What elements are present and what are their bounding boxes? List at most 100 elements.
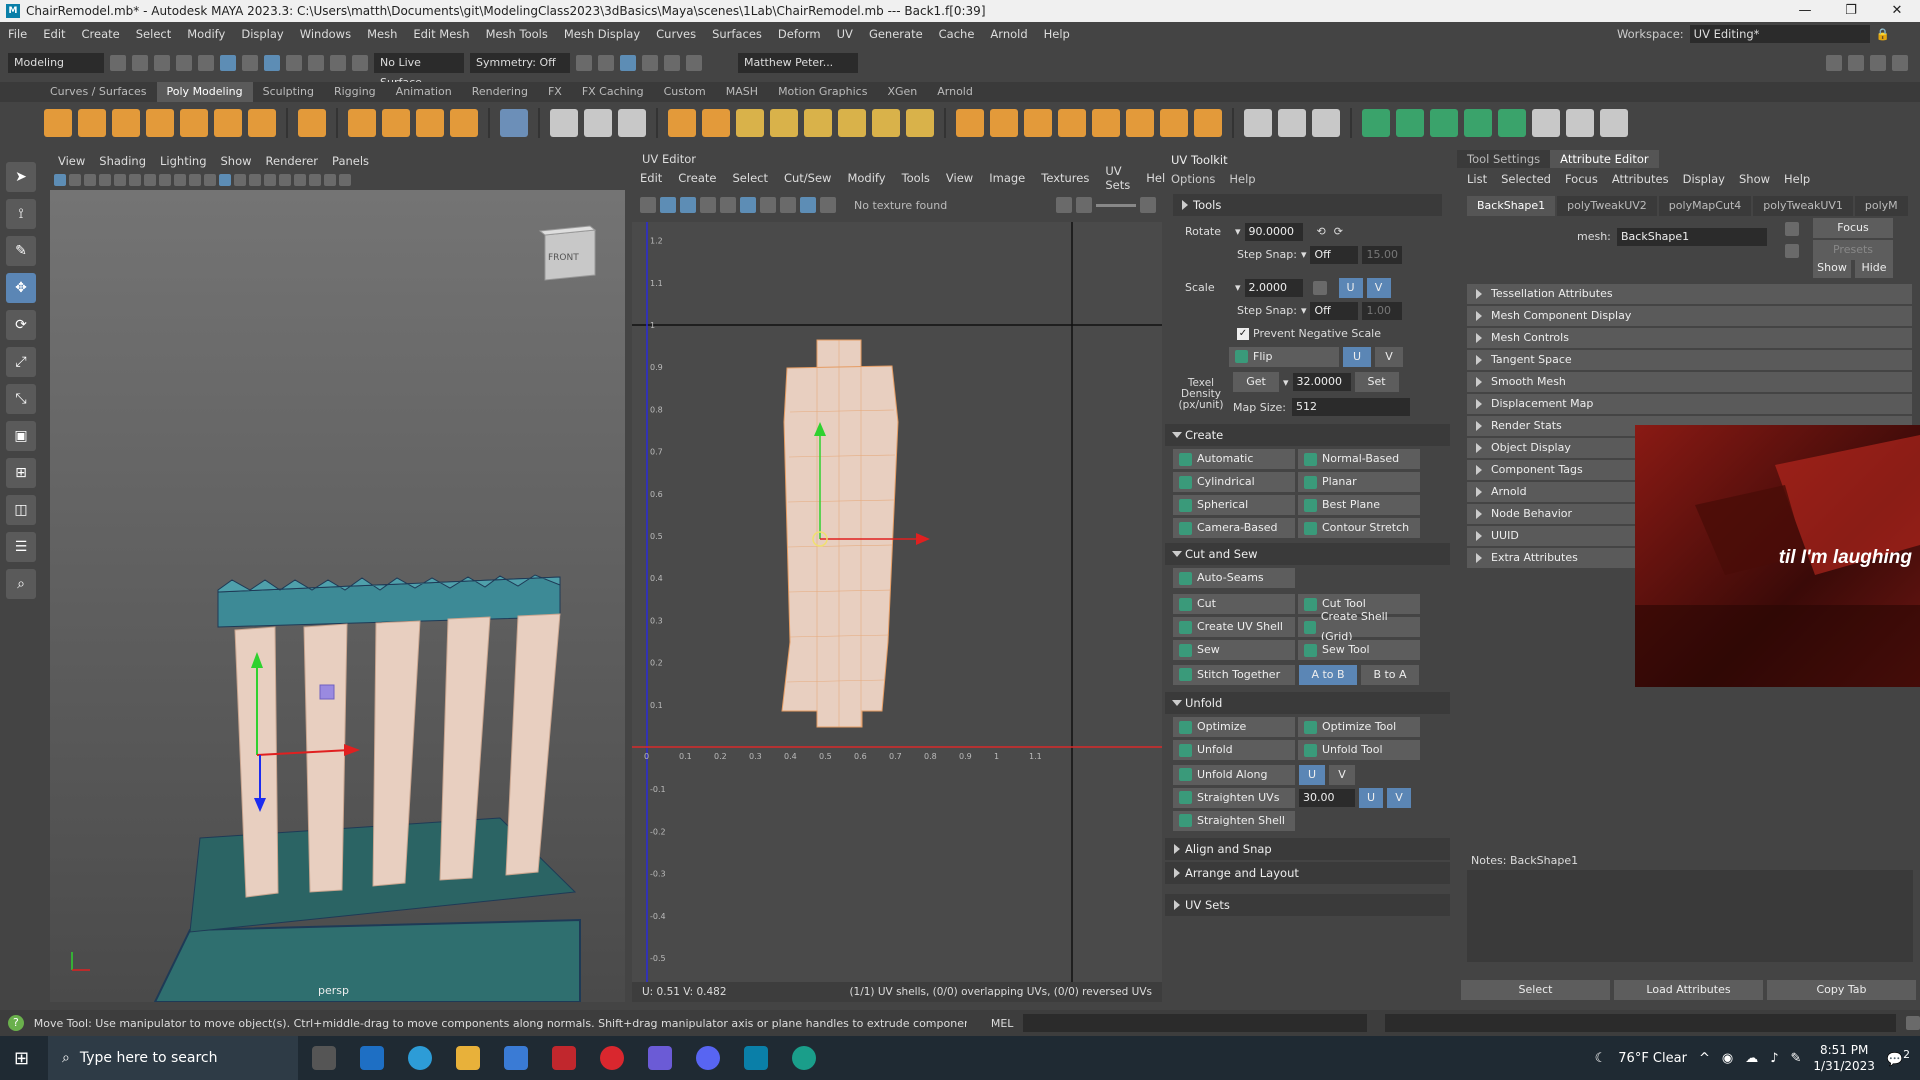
tab-tool-settings[interactable]: Tool Settings [1457,150,1551,168]
unfold-tool-button[interactable]: Unfold Tool [1298,740,1420,760]
clock[interactable]: 8:51 PM 1/31/2023 [1813,1042,1875,1074]
step-snap-dropdown-2[interactable]: Off [1310,301,1359,320]
menu-display[interactable]: Display [233,27,291,41]
straighten-u-button[interactable]: U [1359,787,1383,808]
new-scene-icon[interactable] [110,55,126,71]
maximize-icon[interactable]: ❐ [1828,0,1874,22]
xray-icon[interactable] [339,174,351,186]
render-settings-icon[interactable] [642,55,658,71]
command-line-input[interactable] [1023,1014,1368,1032]
straighten-angle-field[interactable]: 30.00 [1299,788,1355,807]
select-by-hierarchy-icon[interactable] [220,55,236,71]
save-scene-icon[interactable] [154,55,170,71]
menu-mesh-tools[interactable]: Mesh Tools [478,27,556,41]
poly-cone-icon[interactable] [146,109,174,137]
ipr-render-icon[interactable] [620,55,636,71]
straighten-uvs-button[interactable]: Straighten UVs [1173,787,1295,808]
ae-menu-focus[interactable]: Focus [1565,172,1598,186]
snap-view-icon[interactable] [352,55,368,71]
taskbar-search[interactable]: ⌕ Type here to search [48,1036,298,1080]
rotate-tool-icon[interactable]: ⟳ [6,310,36,340]
minimize-icon[interactable]: — [1782,0,1828,22]
shelf-tab-xgen[interactable]: XGen [877,82,927,102]
shelf-tab-fx-caching[interactable]: FX Caching [572,82,654,102]
section-align-snap[interactable]: Align and Snap [1165,838,1450,860]
menu-select[interactable]: Select [128,27,179,41]
ae-input-icon[interactable] [1785,222,1799,236]
pause-icon[interactable] [686,55,702,71]
stitch-together-button[interactable]: Stitch Together [1173,664,1295,685]
uv-snapshot-icon[interactable] [780,197,796,213]
edge-icon[interactable] [408,1046,432,1070]
menu-uv[interactable]: UV [829,27,861,41]
undo-icon[interactable] [176,55,192,71]
select-tool-icon[interactable]: ➤ [6,162,36,192]
rotate-cw-icon[interactable]: ⟳ [1334,225,1343,238]
store-icon[interactable] [504,1046,528,1070]
opera-icon[interactable] [600,1046,624,1070]
volume-icon[interactable]: ♪ [1770,1051,1778,1066]
tray-chevron-icon[interactable]: ^ [1699,1051,1710,1066]
rotate-dropdown-icon[interactable]: ▾ [1235,225,1241,238]
attribute-editor-icon[interactable] [1848,55,1864,71]
wedge-icon[interactable] [1092,109,1120,137]
single-perspective-icon[interactable]: ▣ [6,421,36,451]
uv-menu-uv-sets[interactable]: UV Sets [1105,164,1130,192]
notification-icon[interactable]: 💬2 [1887,1048,1910,1067]
ae-presets-button[interactable]: Presets [1813,240,1893,260]
b-to-a-button[interactable]: B to A [1361,664,1419,685]
connect-icon[interactable] [1278,109,1306,137]
uv-menu-image[interactable]: Image [989,171,1025,185]
ae-node-tab-backshape1[interactable]: BackShape1 [1467,196,1556,216]
uv-checkered-tiles-icon[interactable] [820,197,836,213]
help-icon[interactable]: ? [8,1015,24,1031]
sew-button[interactable]: Sew [1173,640,1295,660]
poly-torus-icon[interactable] [180,109,208,137]
section-create[interactable]: Create [1165,424,1450,446]
cylindrical-button[interactable]: Cylindrical [1173,472,1295,492]
map-size-field[interactable]: 512 [1292,398,1410,416]
unfold-button[interactable]: Unfold [1173,740,1295,760]
viewport-menu-view[interactable]: View [58,154,85,168]
viewport-menu-show[interactable]: Show [221,154,252,168]
best-plane-button[interactable]: Best Plane [1298,495,1420,515]
uv-exposure-slider[interactable] [1096,203,1136,207]
task-view-icon[interactable] [312,1046,336,1070]
outliner-icon[interactable]: ☰ [6,532,36,562]
step-snap-dropdown[interactable]: Off [1310,245,1359,264]
bookmarks-icon[interactable] [84,174,96,186]
snap-point-icon[interactable] [330,55,346,71]
uv-sew-icon[interactable] [1600,109,1628,137]
ae-section-smooth-mesh[interactable]: Smooth Mesh [1467,372,1912,392]
gizmo-x-arrow[interactable] [344,744,360,756]
four-view-icon[interactable]: ⊞ [6,458,36,488]
file-explorer-icon[interactable] [456,1046,480,1070]
mesh-display-icon[interactable] [550,109,578,137]
pen-icon[interactable]: ✎ [1790,1051,1801,1066]
menu-arnold[interactable]: Arnold [982,27,1035,41]
section-cut-sew[interactable]: Cut and Sew [1165,543,1450,565]
uv-grid-icon[interactable] [700,197,716,213]
search-icon[interactable]: ⌕ [6,569,36,599]
gate-mask-icon[interactable] [159,174,171,186]
bevel-icon[interactable] [990,109,1018,137]
snap-curve-icon[interactable] [308,55,324,71]
ae-menu-attributes[interactable]: Attributes [1612,172,1669,186]
ae-menu-show[interactable]: Show [1739,172,1770,186]
image-plane-icon[interactable] [99,174,111,186]
extrude-icon[interactable] [956,109,984,137]
create-uv-shell-icon[interactable] [500,109,528,137]
show-manipulator-icon[interactable]: ⤡ [6,384,36,414]
super-shape-icon[interactable] [348,109,376,137]
move-tool-icon[interactable]: ✥ [6,273,36,303]
command-language-label[interactable]: MEL [991,1017,1014,1030]
uv-planar-icon[interactable] [1362,109,1390,137]
straighten-shell-button[interactable]: Straighten Shell [1173,810,1295,831]
platonic-solid-icon[interactable] [298,109,326,137]
tool-settings-icon[interactable] [1870,55,1886,71]
ae-node-tab-polytweakuv1[interactable]: polyTweakUV1 [1753,196,1853,216]
scale-u-button[interactable]: U [1338,277,1363,298]
automatic-button[interactable]: Automatic [1173,449,1295,469]
viewport-menu-renderer[interactable]: Renderer [266,154,319,168]
uv-gizmo-u-arrow[interactable] [916,533,930,545]
